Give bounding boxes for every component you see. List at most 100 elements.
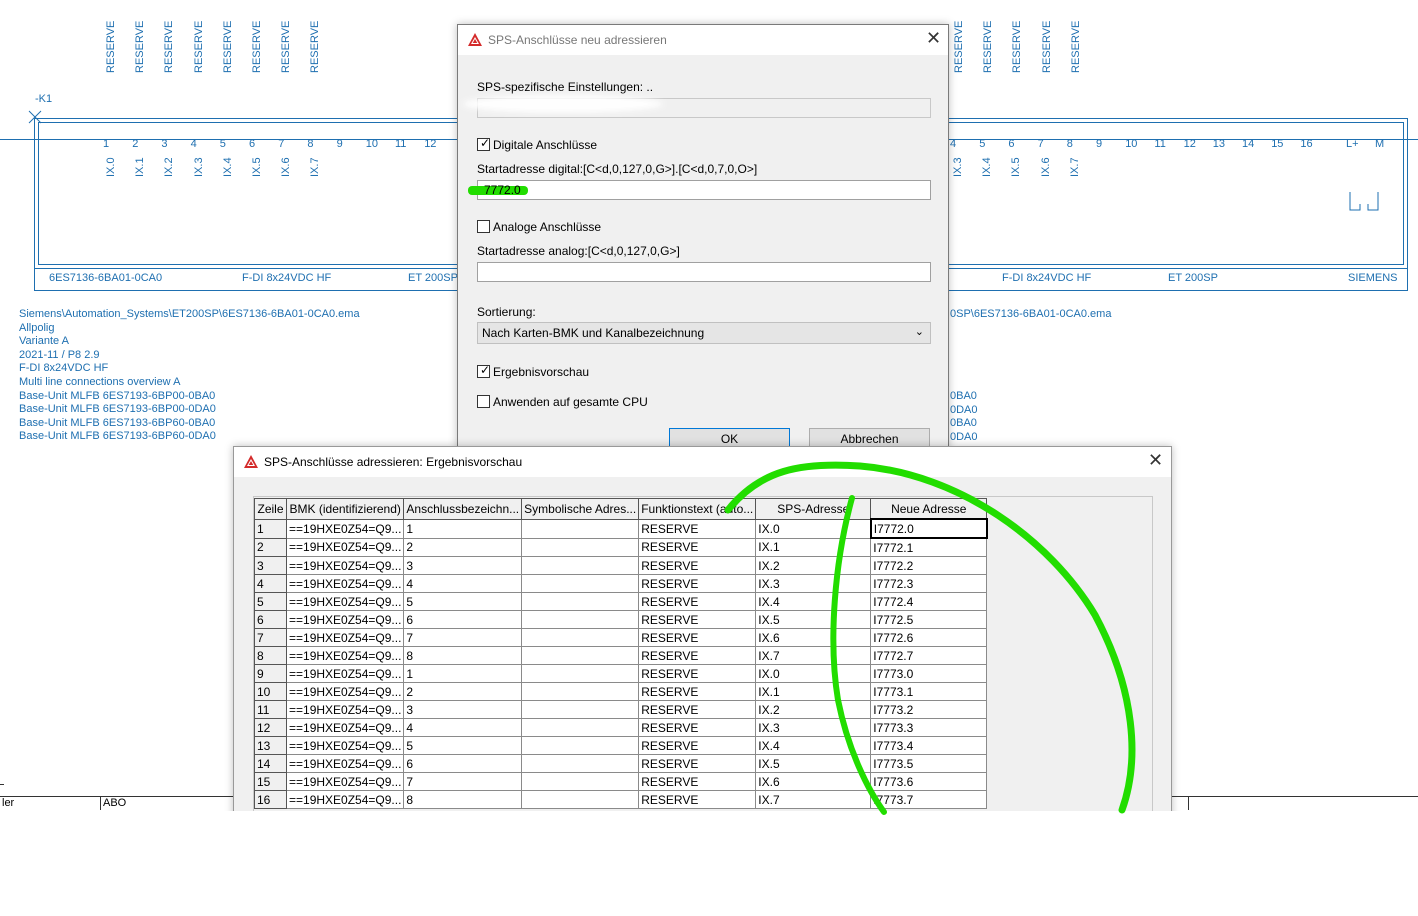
table-cell[interactable]: [521, 574, 640, 593]
column-header[interactable]: Zeile: [254, 498, 287, 520]
table-cell[interactable]: IX.0: [755, 664, 872, 683]
table-cell[interactable]: IX.2: [755, 556, 872, 575]
table-cell[interactable]: ==19HXE0Z54=Q9...: [285, 718, 405, 737]
table-row[interactable]: 14 ==19HXE0Z54=Q9... 6 RESERVE IX.5 I7773.5: [254, 754, 988, 773]
table-cell[interactable]: RESERVE: [638, 754, 757, 773]
table-cell[interactable]: IX.1: [755, 537, 872, 557]
table-cell[interactable]: ==19HXE0Z54=Q9...: [285, 610, 405, 629]
table-cell[interactable]: IX.6: [755, 628, 872, 647]
preview-dialog-titlebar[interactable]: SPS-Anschlüsse adressieren: Ergebnisvors…: [234, 447, 1171, 477]
table-cell[interactable]: [521, 646, 640, 665]
table-cell[interactable]: RESERVE: [638, 518, 757, 539]
table-cell[interactable]: I7773.5: [870, 754, 988, 773]
table-cell[interactable]: IX.7: [755, 790, 872, 809]
table-cell[interactable]: [521, 772, 640, 791]
table-cell[interactable]: RESERVE: [638, 628, 757, 647]
table-row[interactable]: 6 ==19HXE0Z54=Q9... 6 RESERVE IX.5 I7772.5: [254, 610, 988, 629]
start-digital-input[interactable]: 7772.0: [468, 180, 931, 200]
table-cell[interactable]: IX.6: [755, 772, 872, 791]
apply-cpu-checkbox[interactable]: [477, 395, 490, 408]
table-row[interactable]: 7 ==19HXE0Z54=Q9... 7 RESERVE IX.6 I7772.6: [254, 628, 988, 647]
table-cell[interactable]: RESERVE: [638, 556, 757, 575]
table-cell[interactable]: [521, 736, 640, 755]
table-cell[interactable]: RESERVE: [638, 537, 757, 557]
table-cell[interactable]: [521, 556, 640, 575]
table-cell[interactable]: IX.4: [755, 736, 872, 755]
table-cell[interactable]: [521, 610, 640, 629]
table-row[interactable]: 5 ==19HXE0Z54=Q9... 5 RESERVE IX.4 I7772.4: [254, 592, 988, 611]
table-cell[interactable]: RESERVE: [638, 664, 757, 683]
table-cell[interactable]: [521, 700, 640, 719]
table-cell[interactable]: 1: [403, 664, 523, 683]
table-cell[interactable]: I7773.3: [870, 718, 988, 737]
table-cell[interactable]: RESERVE: [638, 718, 757, 737]
column-header[interactable]: Neue Adresse: [870, 498, 988, 520]
table-cell[interactable]: ==19HXE0Z54=Q9...: [285, 754, 405, 773]
readdress-dialog-titlebar[interactable]: SPS-Anschlüsse neu adressieren ✕: [458, 25, 948, 55]
table-cell[interactable]: 4: [403, 718, 523, 737]
table-cell[interactable]: ==19HXE0Z54=Q9...: [285, 700, 405, 719]
table-cell[interactable]: ==19HXE0Z54=Q9...: [285, 518, 405, 539]
table-row[interactable]: 4 ==19HXE0Z54=Q9... 4 RESERVE IX.3 I7772.3: [254, 574, 988, 593]
table-cell[interactable]: RESERVE: [638, 790, 757, 809]
table-cell[interactable]: I7772.4: [870, 592, 988, 611]
table-cell[interactable]: [521, 718, 640, 737]
column-header[interactable]: Funktionstext (auto...: [638, 498, 757, 520]
table-cell[interactable]: I7772.0: [869, 518, 988, 539]
table-cell[interactable]: ==19HXE0Z54=Q9...: [285, 592, 405, 611]
table-cell[interactable]: [521, 682, 640, 701]
table-cell[interactable]: [521, 537, 640, 557]
table-cell[interactable]: 5: [403, 736, 523, 755]
table-row[interactable]: 16 ==19HXE0Z54=Q9... 8 RESERVE IX.7 I7773.7: [254, 790, 988, 809]
table-cell[interactable]: ==19HXE0Z54=Q9...: [285, 682, 405, 701]
table-cell[interactable]: I7772.5: [870, 610, 988, 629]
table-cell[interactable]: [521, 592, 640, 611]
table-cell[interactable]: 8: [403, 646, 523, 665]
close-icon[interactable]: ✕: [1148, 450, 1163, 471]
table-cell[interactable]: ==19HXE0Z54=Q9...: [285, 790, 405, 809]
table-cell[interactable]: 6: [403, 754, 523, 773]
table-cell[interactable]: RESERVE: [638, 646, 757, 665]
table-cell[interactable]: [521, 790, 640, 809]
table-cell[interactable]: I7772.3: [870, 574, 988, 593]
table-cell[interactable]: RESERVE: [638, 682, 757, 701]
table-row[interactable]: 15 ==19HXE0Z54=Q9... 7 RESERVE IX.6 I7773.6: [254, 772, 988, 791]
table-cell[interactable]: 4: [403, 574, 523, 593]
table-row[interactable]: 9 ==19HXE0Z54=Q9... 1 RESERVE IX.0 I7773.0: [254, 664, 988, 683]
table-cell[interactable]: 3: [403, 556, 523, 575]
table-cell[interactable]: I7773.6: [870, 772, 988, 791]
table-row[interactable]: 1 ==19HXE0Z54=Q9... 1 RESERVE IX.0 I7772.0: [254, 518, 988, 539]
table-cell[interactable]: 2: [403, 537, 523, 557]
table-cell[interactable]: 7: [403, 772, 523, 791]
table-cell[interactable]: IX.5: [755, 754, 872, 773]
table-cell[interactable]: I7773.0: [870, 664, 988, 683]
preview-checkbox[interactable]: ✓: [477, 363, 490, 378]
table-cell[interactable]: I7773.1: [870, 682, 988, 701]
table-cell[interactable]: ==19HXE0Z54=Q9...: [285, 537, 405, 557]
table-row[interactable]: 10 ==19HXE0Z54=Q9... 2 RESERVE IX.1 I7773.1: [254, 682, 988, 701]
table-cell[interactable]: 8: [403, 790, 523, 809]
table-cell[interactable]: RESERVE: [638, 610, 757, 629]
table-cell[interactable]: IX.1: [755, 682, 872, 701]
table-cell[interactable]: 6: [403, 610, 523, 629]
analog-checkbox[interactable]: [477, 220, 490, 233]
table-row[interactable]: 8 ==19HXE0Z54=Q9... 8 RESERVE IX.7 I7772.7: [254, 646, 988, 665]
table-cell[interactable]: 2: [403, 682, 523, 701]
column-header[interactable]: SPS-Adresse: [755, 498, 872, 520]
table-cell[interactable]: I7773.2: [870, 700, 988, 719]
start-analog-input[interactable]: [477, 262, 931, 282]
table-cell[interactable]: I7772.7: [870, 646, 988, 665]
table-cell[interactable]: [521, 664, 640, 683]
table-cell[interactable]: IX.3: [755, 718, 872, 737]
table-cell[interactable]: I7772.6: [870, 628, 988, 647]
table-cell[interactable]: RESERVE: [638, 592, 757, 611]
digital-checkbox[interactable]: ✓: [477, 136, 490, 151]
table-cell[interactable]: ==19HXE0Z54=Q9...: [285, 646, 405, 665]
table-cell[interactable]: I7773.7: [870, 790, 988, 809]
table-cell[interactable]: ==19HXE0Z54=Q9...: [285, 628, 405, 647]
table-cell[interactable]: IX.3: [755, 574, 872, 593]
table-cell[interactable]: 1: [403, 518, 523, 539]
table-cell[interactable]: IX.0: [755, 518, 872, 539]
table-cell[interactable]: ==19HXE0Z54=Q9...: [285, 772, 405, 791]
table-cell[interactable]: RESERVE: [638, 574, 757, 593]
